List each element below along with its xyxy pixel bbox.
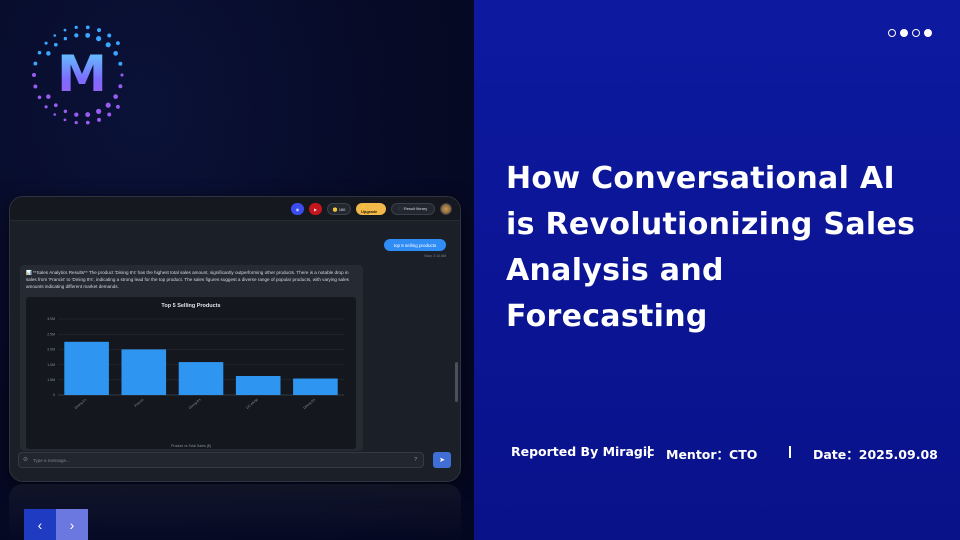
logo-dot bbox=[33, 84, 38, 89]
slide-dot[interactable] bbox=[888, 29, 896, 37]
logo-dot bbox=[96, 36, 102, 42]
mentor-label: Mentor：CTO bbox=[666, 447, 758, 462]
chart-canvas: 0 1.5M 1.0M 2.0M 2.5M 3.0M Dining 6's Francis Di… bbox=[47, 317, 344, 410]
footer-divider bbox=[648, 446, 650, 458]
scrollbar[interactable] bbox=[455, 362, 458, 402]
logo-dot bbox=[107, 112, 112, 117]
send-button[interactable]: ➤ bbox=[433, 452, 451, 468]
logo-dot bbox=[74, 33, 79, 38]
logo-dot bbox=[85, 120, 90, 125]
chart-x-tick-label: Francis bbox=[134, 397, 145, 407]
right-panel: How Conversational AI is Revolutionizing… bbox=[474, 0, 960, 540]
chart-y-tick-label: 2.0M bbox=[47, 348, 55, 352]
logo-dot bbox=[63, 36, 68, 41]
upgrade-button[interactable]: ⚡ Upgrade bbox=[356, 203, 386, 215]
logo-dot bbox=[120, 73, 124, 77]
chart-bar[interactable] bbox=[64, 341, 109, 395]
logo-dot bbox=[96, 108, 102, 114]
logo-dot bbox=[85, 25, 90, 30]
logo-dot bbox=[118, 84, 123, 89]
user-message: top 5 selling products bbox=[384, 239, 446, 251]
app-topbar: ◉ ▶ 🪙 180 ⚡ Upgrade 🗀 Result library bbox=[10, 197, 460, 221]
chart-y-tick-label: 3.0M bbox=[47, 317, 55, 321]
logo-dot bbox=[85, 32, 91, 38]
message-input[interactable] bbox=[33, 455, 403, 465]
message-timestamp: Now, 2:14 AM bbox=[424, 254, 446, 258]
slide-title: How Conversational AI is Revolutionizing… bbox=[506, 161, 916, 334]
help-icon[interactable]: ? bbox=[414, 456, 417, 464]
logo-dot bbox=[113, 94, 118, 99]
chart-x-tick-label: Dining 8's bbox=[188, 397, 202, 410]
chart-bar[interactable] bbox=[178, 362, 224, 395]
chart-bar[interactable] bbox=[235, 376, 281, 395]
logo-dot bbox=[44, 41, 48, 45]
prev-slide-button[interactable]: ‹ bbox=[24, 509, 56, 540]
logo-letter: M bbox=[52, 48, 112, 100]
slide-dot[interactable] bbox=[912, 29, 920, 37]
chart-x-tick-label: Dining 6's bbox=[74, 397, 88, 410]
logo-dot bbox=[116, 104, 120, 109]
logo-dot bbox=[46, 51, 51, 56]
chart-y-tick-label: 1.0M bbox=[47, 363, 55, 367]
logo-dot bbox=[97, 117, 101, 122]
left-panel: M ◉ ▶ 🪙 180 ⚡ Upgrade 🗀 Result library t… bbox=[0, 0, 474, 540]
logo-dot bbox=[97, 28, 101, 33]
logo-dot bbox=[116, 41, 120, 46]
logo-dot bbox=[107, 33, 112, 38]
slide-dot[interactable] bbox=[924, 29, 932, 37]
credits-badge: 🪙 180 bbox=[327, 203, 351, 215]
logo-dot bbox=[32, 73, 36, 77]
chart-x-axis-label: Product vs Total Sales ($) bbox=[171, 444, 211, 448]
next-slide-button[interactable]: › bbox=[56, 509, 88, 540]
slide-dot-active[interactable] bbox=[900, 29, 908, 37]
logo-dot bbox=[37, 95, 42, 100]
result-library-button[interactable]: 🗀 Result library bbox=[391, 203, 435, 215]
chart-title: Top 5 Selling Products bbox=[161, 303, 221, 309]
logo-dot bbox=[44, 105, 48, 109]
topbar-actions: ◉ ▶ 🪙 180 ⚡ Upgrade 🗀 Result library bbox=[291, 202, 452, 216]
footer-divider bbox=[789, 446, 791, 458]
logo-dot bbox=[33, 61, 38, 66]
logo-dot bbox=[63, 28, 67, 32]
logo-dot bbox=[63, 109, 68, 114]
logo-dot bbox=[113, 51, 118, 56]
logo-dot bbox=[118, 61, 123, 66]
logo-dot bbox=[53, 103, 58, 108]
chart-x-tick-label: Dining 8's bbox=[302, 397, 316, 410]
reporter-label: Reported By Miragic bbox=[511, 444, 655, 459]
avatar[interactable] bbox=[440, 203, 452, 215]
logo-dot bbox=[85, 112, 91, 118]
slide-indicator bbox=[888, 29, 932, 37]
logo-dot bbox=[63, 118, 67, 122]
logo-dot bbox=[74, 120, 78, 125]
bot-message-text: 📊 **Sales Analytics Results** The produc… bbox=[26, 270, 349, 289]
chart-y-tick-label: 2.5M bbox=[47, 332, 55, 336]
logo-dot bbox=[74, 112, 79, 117]
discord-icon[interactable]: ◉ bbox=[291, 203, 304, 215]
bar-chart: 0 1.5M 1.0M 2.0M 2.5M 3.0M Dining 6's Francis Di… bbox=[26, 297, 356, 449]
date-label: Date：2025.09.08 bbox=[813, 447, 938, 462]
miragic-logo: M bbox=[30, 20, 135, 130]
logo-dot bbox=[53, 113, 57, 116]
logo-dot bbox=[74, 25, 78, 30]
chart-bar[interactable] bbox=[121, 349, 167, 395]
chart-y-tick-label: 1.5M bbox=[47, 378, 55, 382]
logo-dot bbox=[53, 34, 57, 37]
logo-dot bbox=[46, 94, 51, 99]
youtube-icon[interactable]: ▶ bbox=[309, 203, 322, 215]
logo-dot bbox=[105, 102, 111, 108]
logo-dot bbox=[37, 50, 42, 55]
chart-bar[interactable] bbox=[293, 378, 338, 395]
attach-icon[interactable]: ⊘ bbox=[23, 456, 28, 464]
chart-x-tick-label: DC #8-06 bbox=[245, 398, 259, 410]
bot-message: 📊 **Sales Analytics Results** The produc… bbox=[20, 265, 363, 451]
app-screenshot: ◉ ▶ 🪙 180 ⚡ Upgrade 🗀 Result library top… bbox=[9, 196, 461, 482]
chart-y-tick-label: 0 bbox=[53, 393, 55, 397]
message-input-bar: ⊘ ? bbox=[18, 452, 424, 468]
